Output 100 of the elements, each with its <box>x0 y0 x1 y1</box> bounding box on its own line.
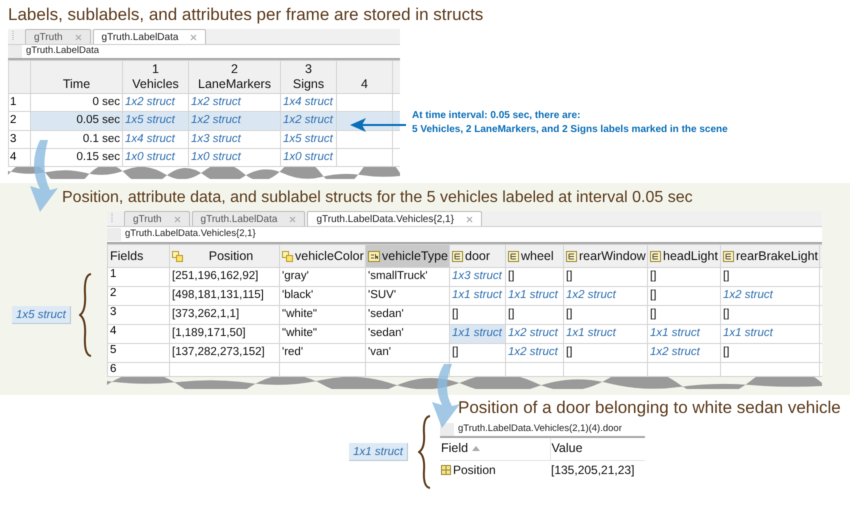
grip-icon <box>12 31 15 41</box>
row-number: 4 <box>8 148 30 166</box>
struct-cell: 1x3 struct <box>450 268 506 286</box>
column-header[interactable]: Position <box>170 244 280 268</box>
close-icon[interactable] <box>174 216 181 222</box>
table-row[interactable]: 1 0 sec 1x2 struct 1x2 struct 1x4 struct <box>8 94 400 112</box>
struct-icon <box>452 250 463 262</box>
row-number: 4 <box>108 324 170 344</box>
column-header[interactable]: headLight <box>648 244 720 268</box>
column-header[interactable]: vehicleColor <box>280 244 366 268</box>
struct-cell: 1x4 struct <box>122 130 188 148</box>
section-heading: Position, attribute data, and sublabel structs for the 5 vehicles labeled at interval 0.05 sec <box>62 188 694 208</box>
field-value: [135,205,21,23] <box>550 460 645 478</box>
struct-cell: 1x1 struct <box>450 324 506 344</box>
table-cell: 'SUV' <box>366 286 450 306</box>
table-cell: [498,181,131,115] <box>170 286 280 306</box>
column-header[interactable]: Value <box>550 438 645 460</box>
tab[interactable]: gTruth.LabelData <box>192 211 306 226</box>
row-number: 1 <box>8 94 30 112</box>
struct-cell: 1x1 struct <box>506 286 564 306</box>
tab[interactable]: gTruth.LabelData.Vehicles{2,1} <box>307 211 482 226</box>
table-cell: 0.05 sec <box>30 112 122 130</box>
table-row[interactable]: 3 0.1 sec 1x4 struct 1x3 struct 1x5 struct <box>8 130 400 148</box>
struct-cell: 1x2 struct <box>188 112 280 130</box>
table-cell: 'sedan' <box>366 324 450 344</box>
variable-path: gTruth.LabelData <box>26 44 100 58</box>
row-header <box>8 60 30 94</box>
table-cell: "white" <box>280 324 366 344</box>
close-icon[interactable] <box>190 34 198 40</box>
table-cell: "white" <box>280 306 366 324</box>
table-cell: [1,189,171,50] <box>170 324 280 344</box>
tab[interactable]: gTruth <box>25 29 91 44</box>
table-cell: [] <box>450 344 506 362</box>
section-heading: Labels, sublabels, and attributes per frame are stored in structs <box>8 4 484 26</box>
struct-cell: 1x0 struct <box>122 148 188 166</box>
section-heading: Position of a door belonging to white sedan vehicle <box>458 397 841 419</box>
table-cell: [] <box>564 344 648 362</box>
close-icon[interactable] <box>289 216 296 222</box>
table-icon <box>441 464 451 474</box>
column-header[interactable]: vehicleType <box>366 244 450 268</box>
annotation-text: At time interval: 0.05 sec, there are: <box>412 109 582 123</box>
table-cell: 'smallTruck' <box>366 268 450 286</box>
table-cell: [251,196,162,92] <box>170 268 280 286</box>
table-row[interactable]: 4 0.15 sec 1x0 struct 1x0 struct 1x0 struct <box>8 148 400 166</box>
struct-cell: 1x2 struct <box>506 324 564 344</box>
table-cell: [137,282,273,152] <box>170 344 280 362</box>
column-header[interactable]: Field <box>440 438 550 460</box>
field-name: Position <box>453 462 496 478</box>
table-cell: [] <box>648 286 720 306</box>
size-label: 1x1 struct <box>349 443 408 461</box>
grip-icon <box>111 213 114 223</box>
table-cell: [] <box>720 268 820 286</box>
row-number: 2 <box>108 286 170 306</box>
struct-cell: 1x2 struct <box>506 344 564 362</box>
struct-icon <box>566 250 577 262</box>
object-icon <box>282 250 293 262</box>
struct-cell: 1x5 struct <box>280 130 336 148</box>
struct-cell: 1x1 struct <box>720 324 820 344</box>
sort-icon <box>472 446 480 452</box>
struct-cell: 1x2 struct <box>720 286 820 306</box>
column-header[interactable]: rearBrakeLight <box>720 244 820 268</box>
row-number: 1 <box>108 268 170 286</box>
tab[interactable]: gTruth <box>124 211 190 226</box>
row-number: 2 <box>8 112 30 130</box>
table-cell: [] <box>506 306 564 324</box>
column-header[interactable]: Fields <box>108 244 170 268</box>
table-cell: 'black' <box>280 286 366 306</box>
struct-cell: 1x3 struct <box>188 130 280 148</box>
tab[interactable]: gTruth.LabelData <box>92 29 206 44</box>
table-cell: [] <box>648 306 720 324</box>
struct-cell: 1x1 struct <box>648 324 720 344</box>
annotation-text: 5 Vehicles, 2 LaneMarkers, and 2 Signs labels marked in the scene <box>412 123 728 137</box>
column-header[interactable]: rearWindow <box>564 244 648 268</box>
table-cell: 'red' <box>280 344 366 362</box>
column-header[interactable]: wheel <box>506 244 564 268</box>
struct-cell: 1x5 struct <box>122 112 188 130</box>
column-header[interactable]: door <box>450 244 506 268</box>
struct-icon <box>650 250 661 262</box>
char-icon <box>368 250 380 262</box>
table-row[interactable]: 2 0.05 sec 1x5 struct 1x2 struct 1x2 struct <box>8 112 400 130</box>
size-label: 1x5 struct <box>12 306 71 324</box>
struct-cell: 1x0 struct <box>188 148 280 166</box>
struct-cell: 1x2 struct <box>564 286 648 306</box>
struct-cell: 1x2 struct <box>280 112 336 130</box>
close-icon[interactable] <box>466 216 473 222</box>
row-number: 5 <box>108 344 170 362</box>
table-cell: [] <box>564 268 648 286</box>
table-cell: 'sedan' <box>366 306 450 324</box>
table-cell: [] <box>720 344 820 362</box>
row-number: 3 <box>8 130 30 148</box>
struct-icon <box>723 250 734 262</box>
struct-cell: 1x1 struct <box>450 286 506 306</box>
struct-cell: 1x2 struct <box>648 344 720 362</box>
object-icon <box>172 250 183 262</box>
table-cell: 'gray' <box>280 268 366 286</box>
variable-path: gTruth.LabelData.Vehicles{2,1} <box>125 227 256 242</box>
close-icon[interactable] <box>74 34 82 40</box>
struct-icon <box>508 250 519 262</box>
variable-path: gTruth.LabelData.Vehicles(2,1)(4).door <box>458 422 622 436</box>
table-cell: 'van' <box>366 344 450 362</box>
